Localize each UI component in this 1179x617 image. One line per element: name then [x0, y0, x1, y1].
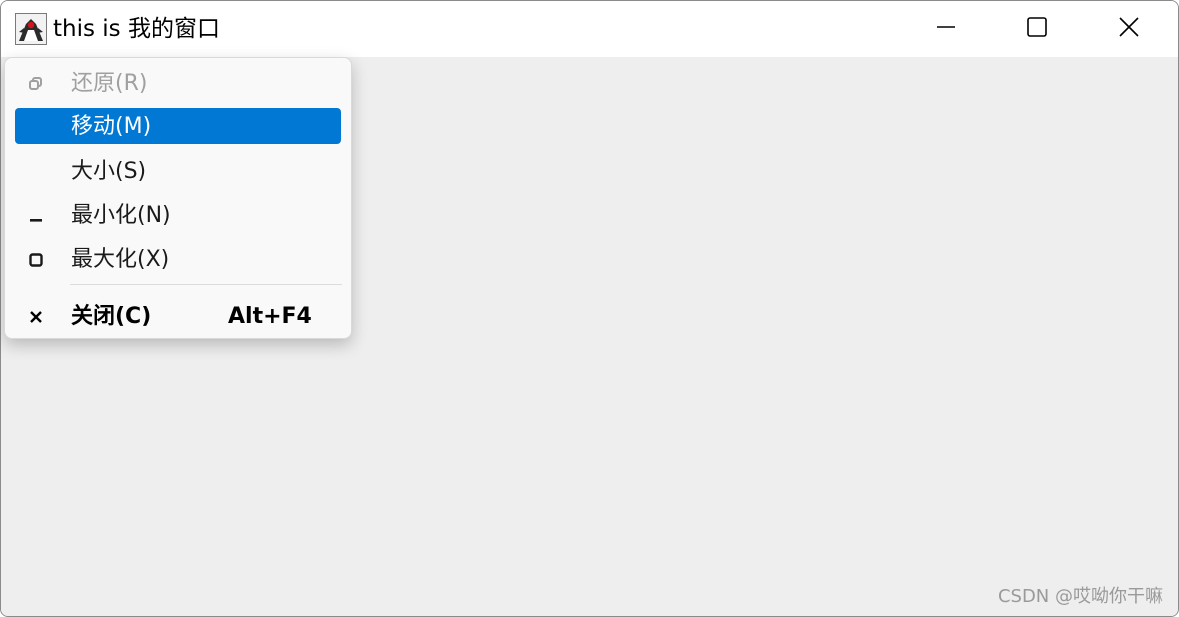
- menu-item-label: 大小(S): [71, 159, 147, 184]
- watermark: CSDN @哎呦你干嘛: [997, 586, 1163, 607]
- menu-separator: [70, 284, 342, 285]
- minimize-icon: [936, 17, 956, 41]
- menu-item-label: 还原(R): [71, 71, 148, 96]
- close-button[interactable]: [1083, 1, 1175, 57]
- maximize-icon: [27, 251, 45, 269]
- title-bar[interactable]: this is 我的窗口: [1, 1, 1178, 57]
- menu-item-label: 最大化(X): [71, 247, 170, 272]
- java-duke-icon[interactable]: [15, 13, 47, 45]
- menu-item-accelerator: Alt+F4: [228, 304, 312, 329]
- close-icon: [1118, 16, 1140, 42]
- menu-item-label: 最小化(N): [71, 203, 171, 228]
- menu-item-move[interactable]: 移动(M): [15, 108, 341, 144]
- menu-item-label: 移动(M): [71, 114, 152, 139]
- maximize-icon: [1026, 16, 1048, 42]
- window-title: this is 我的窗口: [53, 16, 220, 42]
- menu-item-size[interactable]: 大小(S): [15, 153, 341, 190]
- menu-item-restore[interactable]: 还原(R): [15, 65, 341, 102]
- menu-item-maximize[interactable]: 最大化(X): [15, 241, 341, 278]
- close-icon: [27, 308, 45, 326]
- minimize-button[interactable]: [900, 1, 992, 57]
- menu-item-minimize[interactable]: 最小化(N): [15, 197, 341, 234]
- menu-item-close[interactable]: 关闭(C) Alt+F4: [15, 298, 341, 335]
- maximize-button[interactable]: [991, 1, 1083, 57]
- system-menu: 还原(R) 移动(M) 大小(S) 最小化(N) 最大化(X) 关闭(C) Al…: [4, 57, 352, 339]
- restore-icon: [27, 75, 45, 93]
- menu-item-label: 关闭(C): [71, 304, 152, 329]
- minimize-icon: [27, 207, 45, 225]
